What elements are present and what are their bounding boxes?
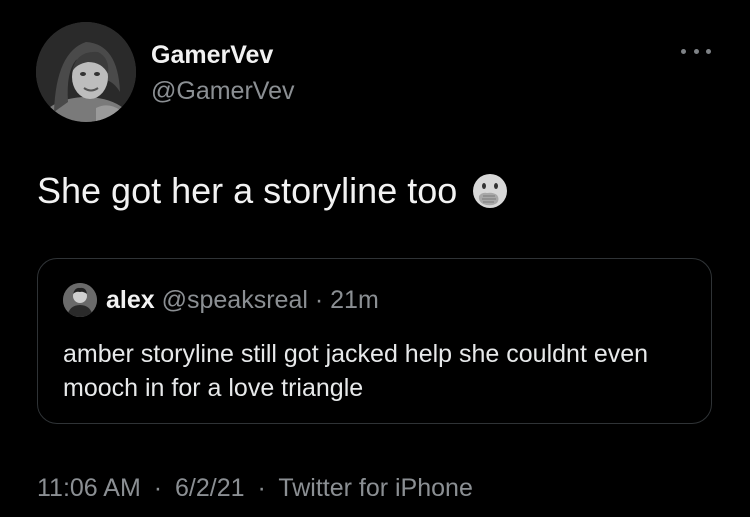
author-handle[interactable]: @GamerVev [151, 76, 294, 106]
tweet-body: She got her a storyline too [37, 168, 509, 214]
dot [681, 48, 686, 54]
more-options-icon[interactable] [681, 44, 711, 58]
tweet-text: She got her a storyline too [37, 170, 458, 211]
tweet-source[interactable]: Twitter for iPhone [278, 474, 473, 502]
quoted-tweet[interactable]: alex @speaksreal · 21m amber storyline s… [37, 258, 712, 424]
tweet-time[interactable]: 11:06 AM [37, 474, 141, 502]
dot [706, 48, 711, 54]
tweet: GamerVev @GamerVev She got her a storyli… [0, 0, 750, 517]
tweet-meta: 11:06 AM · 6/2/21 · Twitter for iPhone [37, 473, 473, 503]
avatar[interactable] [36, 22, 136, 122]
quote-avatar[interactable] [63, 283, 97, 317]
profile-photo [36, 22, 136, 122]
quote-separator: · [314, 286, 324, 314]
quote-text: amber storyline still got jacked help sh… [63, 340, 649, 402]
quote-header: alex @speaksreal · 21m [106, 285, 379, 315]
meta-separator: · [257, 474, 266, 502]
quote-handle[interactable]: @speaksreal [162, 286, 308, 314]
tweet-date[interactable]: 6/2/21 [175, 474, 245, 502]
face-with-hand-over-mouth-icon [471, 172, 509, 210]
quote-time-ago: 21m [330, 286, 379, 314]
author-display-name[interactable]: GamerVev [151, 40, 273, 70]
meta-separator: · [153, 474, 163, 502]
quote-display-name[interactable]: alex [106, 286, 155, 314]
dot [693, 48, 699, 54]
